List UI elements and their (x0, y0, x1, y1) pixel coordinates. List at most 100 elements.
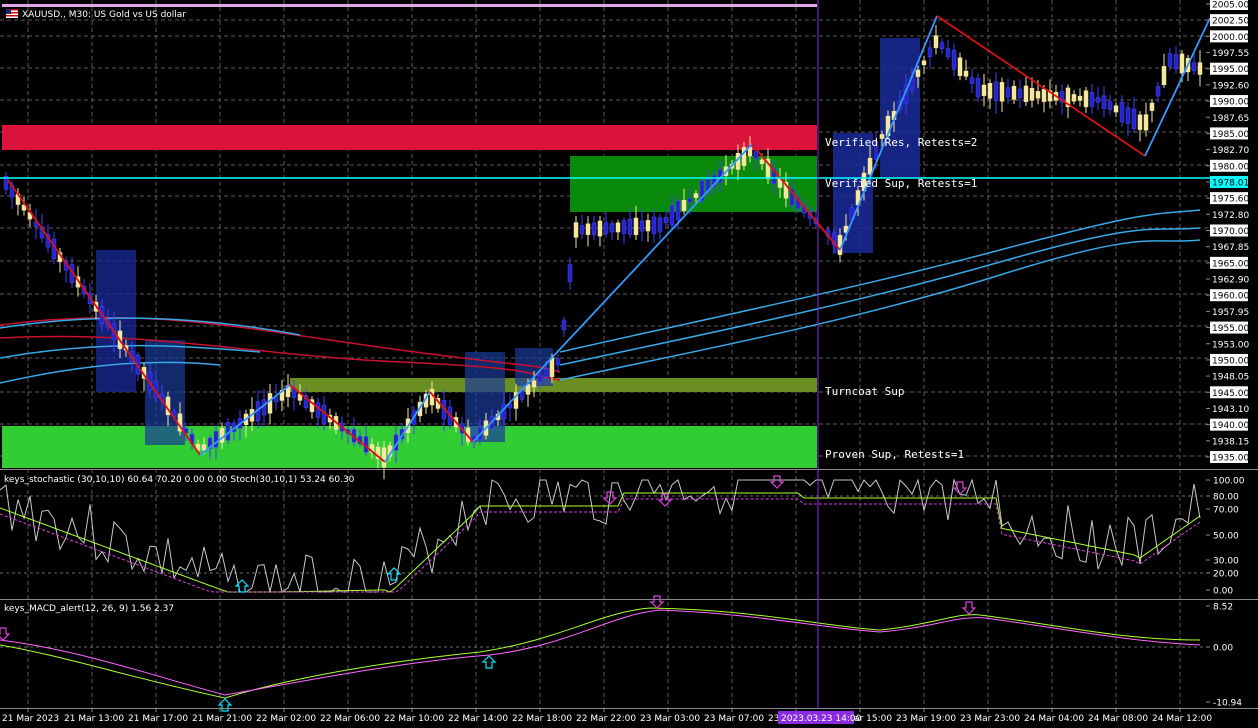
bear-candle (927, 47, 933, 58)
stochastic-level-label: 30.00 (1213, 557, 1239, 567)
bear-candle (315, 402, 321, 418)
price-label: 1957.95 (1212, 308, 1249, 318)
chart-title: XAUUSD., M30: US Gold vs US dollar (22, 10, 186, 20)
time-label: 22 Mar 22:00 (576, 714, 636, 724)
bull-candle (957, 57, 963, 76)
bear-candle (543, 368, 549, 378)
price-label: 1935.00 (1212, 454, 1249, 464)
bear-candle (975, 78, 981, 98)
time-label: 21 Mar 17:00 (128, 714, 188, 724)
proven-sup-label: Proven Sup, Retests=1 (825, 448, 964, 461)
stochastic-axis: 100.00 80.00 70.00 50.00 30.00 20.00 0.00 (1206, 477, 1245, 597)
bull-candle (615, 222, 621, 233)
bull-candle (201, 444, 207, 451)
price-axis[interactable]: 2005.00 2002.50 2000.00 1997.55 1995.00 1992.… (1206, 0, 1249, 464)
bear-candle (945, 48, 951, 58)
bear-candle (609, 223, 615, 233)
verified-res-zone (2, 125, 817, 150)
turncoat-sup-label: Turncoat Sup (825, 385, 904, 398)
bull-candle (1179, 53, 1185, 74)
bull-candle (549, 357, 555, 378)
bear-candle (561, 320, 567, 331)
time-label: 23 (768, 714, 779, 724)
price-label: 1953.00 (1212, 340, 1249, 350)
bear-candle (213, 431, 219, 448)
bear-candle (1089, 92, 1095, 107)
bear-candle (687, 198, 693, 203)
price-label: 2002.50 (1212, 17, 1249, 27)
time-label: 22 Mar 18:00 (512, 714, 572, 724)
price-label: 1987.65 (1212, 114, 1249, 124)
macd-axis: 8.52 0.00 -10.94 (1206, 603, 1242, 709)
stochastic-level-label: 50.00 (1213, 532, 1239, 542)
price-label: 1962.90 (1212, 276, 1249, 286)
price-label: 2000.00 (1212, 33, 1249, 43)
bull-candle (1137, 114, 1143, 130)
price-label: 1995.00 (1212, 65, 1249, 75)
cursor-time-label: 2023.03.23 14:00 (781, 714, 862, 724)
price-label: 1943.10 (1212, 405, 1249, 415)
bull-candle (1023, 85, 1029, 102)
bear-candle (675, 200, 681, 221)
bear-candle (939, 42, 945, 50)
bear-candle (1191, 62, 1197, 72)
price-label: 1997.55 (1212, 49, 1249, 59)
bear-candle (753, 150, 759, 159)
price-label: 1975.60 (1212, 195, 1249, 205)
bear-candle (1101, 95, 1107, 109)
price-label: 1980.00 (1212, 162, 1249, 172)
time-label: 21 Mar 2023 (2, 714, 59, 724)
time-label: 22 Mar 02:00 (256, 714, 316, 724)
bull-candle (999, 82, 1005, 102)
bull-candle (681, 200, 687, 211)
bull-candle (1161, 66, 1167, 86)
bull-candle (1143, 114, 1149, 131)
bear-candle (591, 222, 597, 236)
time-label: 22 Mar 14:00 (448, 714, 508, 724)
bull-candle (1083, 90, 1089, 108)
turncoat-sup-zone (290, 378, 817, 392)
bull-candle (867, 157, 873, 175)
macd-level-label: 0.00 (1213, 644, 1233, 654)
price-label: 1985.00 (1212, 130, 1249, 140)
time-label: 23 Mar 23:00 (960, 714, 1020, 724)
time-label: 24 Mar 04:00 (1024, 714, 1084, 724)
bear-candle (1095, 97, 1101, 103)
time-label: 24 Mar 08:00 (1088, 714, 1148, 724)
bear-candle (1131, 108, 1137, 129)
bull-candle (1077, 95, 1083, 101)
bear-candle (627, 218, 633, 235)
bull-candle (645, 220, 651, 232)
bear-candle (663, 217, 669, 224)
price-label: 1970.00 (1212, 227, 1249, 237)
price-label: 1978.01 (1212, 178, 1249, 188)
price-label: 1972.80 (1212, 211, 1249, 221)
price-label: 1940.00 (1212, 421, 1249, 431)
bear-candle (1155, 86, 1161, 97)
time-label: 21 Mar 13:00 (64, 714, 124, 724)
verified-sup-label: Verified Sup, Retests=1 (825, 177, 977, 190)
bear-candle (969, 77, 975, 84)
macd-level-label: -10.94 (1213, 699, 1242, 709)
bear-candle (1017, 88, 1023, 98)
bear-candle (657, 217, 663, 233)
bull-candle (1149, 102, 1155, 111)
time-label: 21 Mar 21:00 (192, 714, 252, 724)
bull-candle (585, 223, 591, 235)
price-label: 1945.00 (1212, 389, 1249, 399)
price-label: 1990.00 (1212, 98, 1249, 108)
stochastic-level-label: 20.00 (1213, 570, 1239, 580)
bull-candle (597, 220, 603, 237)
trading-chart[interactable]: Verified Res, Retests=2 Verified Sup, Re… (0, 0, 1258, 728)
time-label: 23 Mar 03:00 (640, 714, 700, 724)
stochastic-label: keys_stochastic (30,10,10) 60.64 70.20 0… (4, 475, 355, 485)
bull-candle (1197, 62, 1203, 75)
top-progress-bar (2, 4, 817, 7)
bear-candle (555, 358, 561, 366)
bull-candle (633, 217, 639, 236)
bear-candle (603, 222, 609, 235)
bull-candle (963, 70, 969, 77)
bear-candle (1119, 102, 1125, 123)
time-label: 24 Mar 12:00 (1152, 714, 1212, 724)
bull-candle (1041, 88, 1047, 102)
